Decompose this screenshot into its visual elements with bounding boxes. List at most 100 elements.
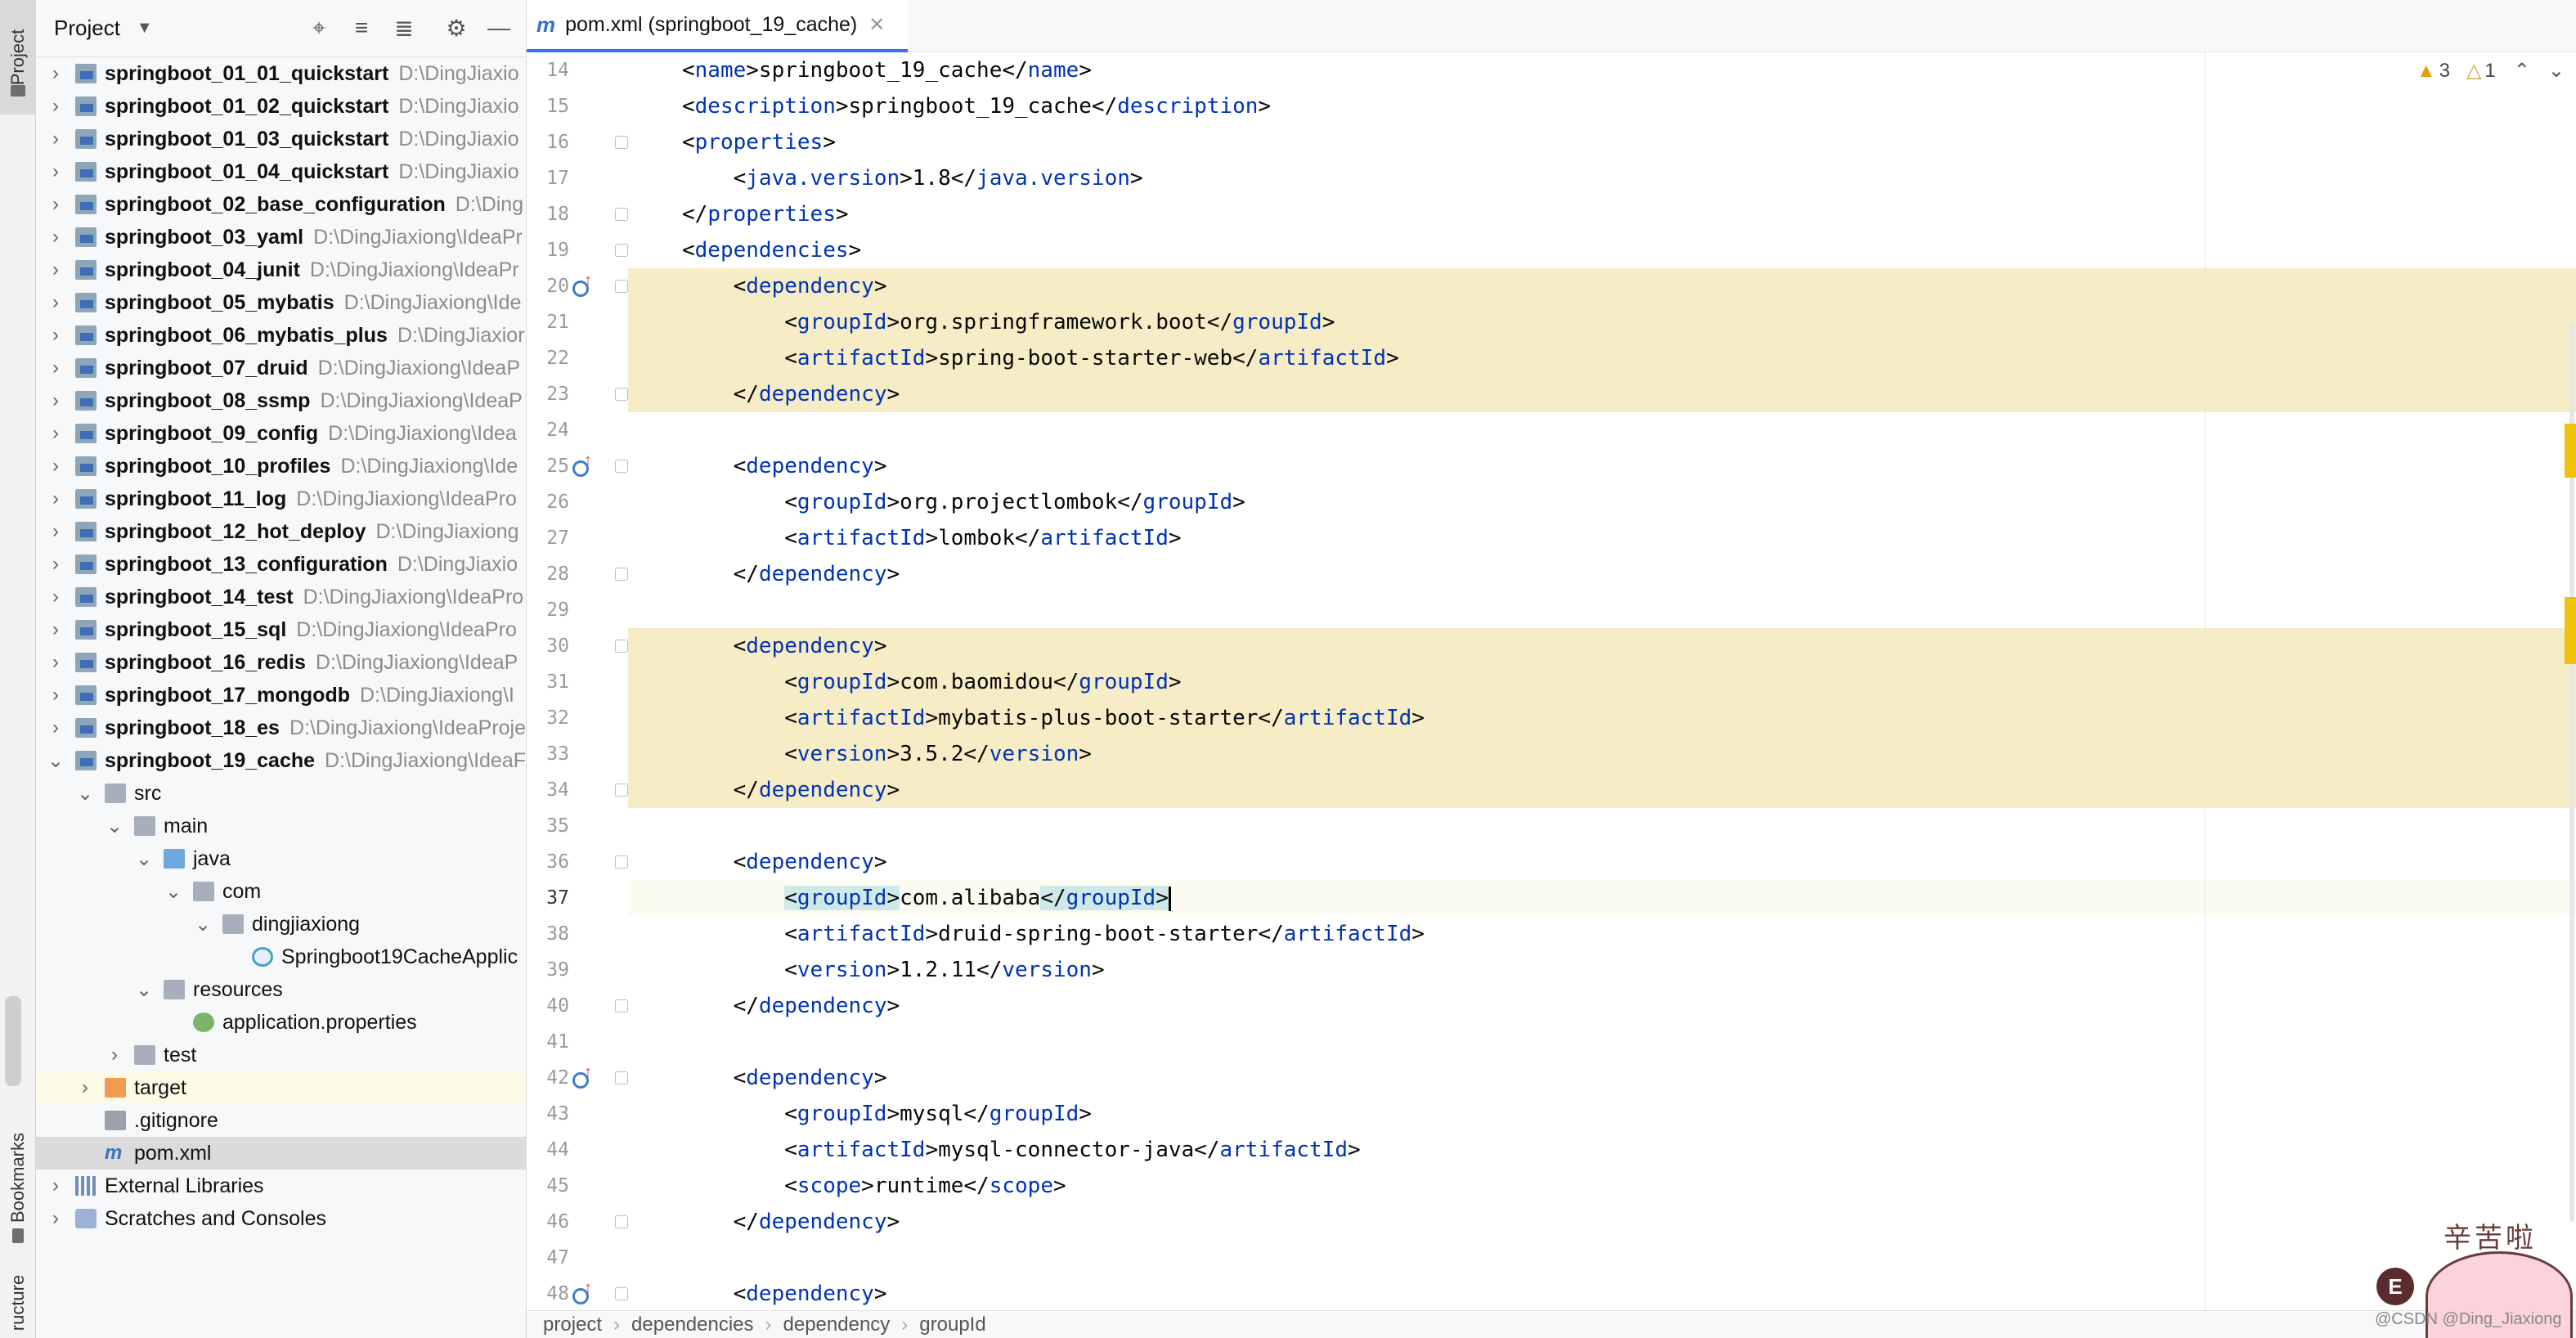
tree-item-springboot-01-04-quickstart[interactable]: › springboot_01_04_quickstart D:\DingJiaxi… xyxy=(36,155,526,188)
tree-item-external-libraries[interactable]: › External Libraries xyxy=(36,1170,526,1202)
chevron-right-icon[interactable]: › xyxy=(46,258,65,281)
fold-marker-icon[interactable] xyxy=(615,388,628,401)
fold-marker-icon[interactable] xyxy=(615,783,628,797)
breadcrumb-item[interactable]: project xyxy=(543,1313,602,1336)
tree-item-springboot-15-sql[interactable]: › springboot_15_sql D:\DingJiaxiong\IdeaPr… xyxy=(36,613,526,646)
tree-item-com[interactable]: ⌄ com xyxy=(36,875,526,908)
chevron-right-icon[interactable]: › xyxy=(75,1076,95,1098)
dependency-gutter-icon[interactable] xyxy=(572,272,594,297)
fold-marker-icon[interactable] xyxy=(615,280,628,293)
previous-problem-icon[interactable]: ⌃ xyxy=(2514,59,2530,83)
fold-marker-icon[interactable] xyxy=(615,244,628,257)
chevron-right-icon[interactable]: › xyxy=(46,487,65,510)
chevron-right-icon[interactable]: › xyxy=(46,716,65,739)
minimize-icon[interactable]: — xyxy=(486,15,512,41)
tree-item-springboot-09-config[interactable]: › springboot_09_config D:\DingJiaxiong\Ide… xyxy=(36,417,526,450)
tree-item--gitignore[interactable]: .gitignore xyxy=(36,1104,526,1137)
chevron-right-icon[interactable]: › xyxy=(46,422,65,444)
tree-item-springboot-16-redis[interactable]: › springboot_16_redis D:\DingJiaxiong\Idea… xyxy=(36,646,526,679)
tree-item-springboot-17-mongodb[interactable]: › springboot_17_mongodb D:\DingJiaxiong\I xyxy=(36,679,526,712)
chevron-right-icon[interactable]: › xyxy=(46,520,65,542)
chevron-right-icon[interactable]: › xyxy=(46,618,65,640)
tree-item-springboot-08-ssmp[interactable]: › springboot_08_ssmp D:\DingJiaxiong\IdeaP xyxy=(36,384,526,417)
collapse-all-icon[interactable]: ≣ xyxy=(391,15,417,41)
chevron-right-icon[interactable]: › xyxy=(46,455,65,477)
fold-marker-icon[interactable] xyxy=(615,855,628,869)
chevron-down-icon[interactable]: ⌄ xyxy=(134,848,154,870)
project-panel-title[interactable]: Project xyxy=(54,16,120,41)
dependency-gutter-icon[interactable] xyxy=(572,451,594,477)
tree-item-resources[interactable]: ⌄ resources xyxy=(36,973,526,1006)
tree-item-springboot-01-01-quickstart[interactable]: › springboot_01_01_quickstart D:\DingJiaxi… xyxy=(36,57,526,90)
error-stripe-mark[interactable] xyxy=(2565,424,2576,478)
tree-item-target[interactable]: › target xyxy=(36,1071,526,1104)
chevron-right-icon[interactable]: › xyxy=(46,684,65,706)
chevron-right-icon[interactable]: › xyxy=(46,226,65,248)
chevron-right-icon[interactable]: › xyxy=(46,586,65,608)
chevron-down-icon[interactable]: ⌄ xyxy=(75,783,95,805)
tree-item-pom-xml[interactable]: m pom.xml xyxy=(36,1137,526,1170)
tree-item-application-properties[interactable]: application.properties xyxy=(36,1006,526,1039)
tree-item-java[interactable]: ⌄ java xyxy=(36,842,526,875)
expand-all-icon[interactable]: ≡ xyxy=(348,15,375,41)
dependency-gutter-icon[interactable] xyxy=(572,1063,594,1089)
fold-marker-icon[interactable] xyxy=(615,1287,628,1300)
next-problem-icon[interactable]: ⌄ xyxy=(2548,59,2565,83)
project-tool-tab[interactable]: Project xyxy=(0,0,36,114)
chevron-right-icon[interactable]: › xyxy=(46,291,65,313)
chevron-right-icon[interactable]: › xyxy=(46,62,65,84)
chevron-right-icon[interactable]: › xyxy=(46,324,65,346)
tree-item-scratches-and-consoles[interactable]: › Scratches and Consoles xyxy=(36,1202,526,1235)
tree-item-main[interactable]: ⌄ main xyxy=(36,810,526,842)
fold-marker-icon[interactable] xyxy=(615,640,628,653)
chevron-down-icon[interactable]: ⌄ xyxy=(164,881,183,903)
fold-marker-icon[interactable] xyxy=(615,1071,628,1084)
chevron-right-icon[interactable]: › xyxy=(46,389,65,411)
fold-marker-icon[interactable] xyxy=(615,568,628,581)
tree-item-springboot-19-cache[interactable]: ⌄ springboot_19_cache D:\DingJiaxiong\Idea… xyxy=(36,744,526,777)
chevron-down-icon[interactable]: ⌄ xyxy=(105,815,124,837)
tab-pom-xml[interactable]: m pom.xml (springboot_19_cache) ✕ xyxy=(527,0,909,52)
breadcrumb-item[interactable]: dependency xyxy=(783,1313,891,1336)
chevron-right-icon[interactable]: › xyxy=(46,553,65,575)
locate-icon[interactable]: ⌖ xyxy=(306,15,332,41)
chevron-right-icon[interactable]: › xyxy=(46,1207,65,1229)
tree-item-springboot-11-log[interactable]: › springboot_11_log D:\DingJiaxiong\IdeaPr… xyxy=(36,483,526,515)
chevron-right-icon[interactable]: › xyxy=(46,95,65,117)
error-stripe-mark[interactable] xyxy=(2565,597,2576,664)
structure-tool-tab[interactable]: ructure xyxy=(0,1268,36,1338)
tree-item-springboot-14-test[interactable]: › springboot_14_test D:\DingJiaxiong\IdeaP… xyxy=(36,581,526,613)
tree-item-springboot-01-02-quickstart[interactable]: › springboot_01_02_quickstart D:\DingJiaxi… xyxy=(36,90,526,123)
chevron-right-icon[interactable]: › xyxy=(105,1044,124,1066)
tree-item-springboot-13-configuration[interactable]: › springboot_13_configuration D:\DingJiaxi… xyxy=(36,548,526,581)
chevron-down-icon[interactable]: ⌄ xyxy=(134,979,154,1001)
chevron-right-icon[interactable]: › xyxy=(46,1174,65,1197)
tree-item-springboot-02-base-configuration[interactable]: › springboot_02_base_configuration D:\Ding xyxy=(36,188,526,221)
view-dropdown-icon[interactable]: ▼ xyxy=(137,19,153,38)
chevron-right-icon[interactable]: › xyxy=(46,651,65,673)
tree-item-springboot-12-hot-deploy[interactable]: › springboot_12_hot_deploy D:\DingJiaxiong xyxy=(36,515,526,548)
tree-item-springboot-04-junit[interactable]: › springboot_04_junit D:\DingJiaxiong\Idea… xyxy=(36,254,526,286)
tree-item-springboot-10-profiles[interactable]: › springboot_10_profiles D:\DingJiaxiong\I… xyxy=(36,450,526,483)
chevron-down-icon[interactable]: ⌄ xyxy=(193,914,213,936)
fold-marker-icon[interactable] xyxy=(615,136,628,149)
breadcrumb-item[interactable]: dependencies xyxy=(631,1313,753,1336)
tree-item-springboot-07-druid[interactable]: › springboot_07_druid D:\DingJiaxiong\Idea… xyxy=(36,352,526,384)
tree-item-springboot-18-es[interactable]: › springboot_18_es D:\DingJiaxiong\IdeaPro… xyxy=(36,712,526,744)
fold-marker-icon[interactable] xyxy=(615,1215,628,1228)
fold-marker-icon[interactable] xyxy=(615,999,628,1012)
chevron-right-icon[interactable]: › xyxy=(46,357,65,379)
strip-handle[interactable] xyxy=(5,996,21,1086)
dependency-gutter-icon[interactable] xyxy=(572,1279,594,1304)
gear-icon[interactable]: ⚙ xyxy=(443,15,469,41)
breadcrumb-item[interactable]: groupId xyxy=(919,1313,985,1336)
chevron-right-icon[interactable]: › xyxy=(46,193,65,215)
tree-item-dingjiaxiong[interactable]: ⌄ dingjiaxiong xyxy=(36,908,526,941)
code-editor[interactable]: 1415161718192021222324252627282930313233… xyxy=(527,52,2576,1310)
tree-item-springboot19cacheapplic[interactable]: Springboot19CacheApplic xyxy=(36,941,526,973)
tree-item-springboot-01-03-quickstart[interactable]: › springboot_01_03_quickstart D:\DingJiaxi… xyxy=(36,123,526,155)
close-icon[interactable]: ✕ xyxy=(868,13,885,37)
tree-item-src[interactable]: ⌄ src xyxy=(36,777,526,810)
tree-item-springboot-03-yaml[interactable]: › springboot_03_yaml D:\DingJiaxiong\IdeaP… xyxy=(36,221,526,254)
fold-marker-icon[interactable] xyxy=(615,208,628,221)
